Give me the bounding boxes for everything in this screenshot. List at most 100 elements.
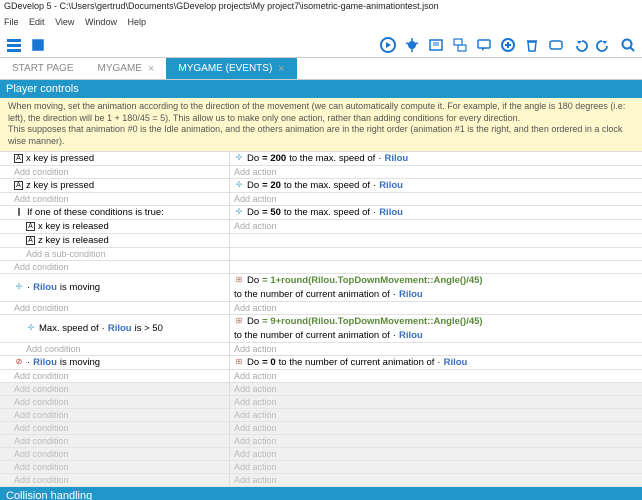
add-condition[interactable]: Add condition xyxy=(0,474,230,486)
condition-cell[interactable]: ✢ · Rilou is moving xyxy=(0,274,230,301)
add-condition[interactable]: Add condition xyxy=(0,461,230,473)
empty-event-row[interactable]: Add conditionAdd action xyxy=(0,435,642,448)
event-row[interactable]: A x key is pressed ✢ Do = 200 to the max… xyxy=(0,152,642,166)
empty-event-row[interactable]: Add conditionAdd action xyxy=(0,383,642,396)
empty-event-row[interactable]: Add conditionAdd action xyxy=(0,461,642,474)
add-condition[interactable]: Add condition xyxy=(0,383,230,395)
search-button[interactable] xyxy=(618,35,638,55)
add-action[interactable]: Add action xyxy=(230,461,642,473)
event-row-add: Add condition Add action xyxy=(0,343,642,356)
menu-file[interactable]: File xyxy=(4,17,19,27)
action-cell xyxy=(230,234,642,247)
toggle-button[interactable] xyxy=(546,35,566,55)
menu-window[interactable]: Window xyxy=(85,17,117,27)
comment-block[interactable]: When moving, set the animation according… xyxy=(0,98,642,152)
action-cell[interactable]: ✢ Do = 20 to the max. speed of · Rilou xyxy=(230,179,642,192)
object-link[interactable]: Rilou xyxy=(444,357,468,368)
object-link[interactable]: Rilou xyxy=(379,207,403,218)
add-condition[interactable]: Add condition xyxy=(0,409,230,421)
undo-button[interactable] xyxy=(570,35,590,55)
sub-condition[interactable]: A z key is released xyxy=(0,234,230,247)
add-action[interactable]: Add action xyxy=(230,448,642,460)
add-condition[interactable]: Add condition xyxy=(0,422,230,434)
preview-button[interactable] xyxy=(378,35,398,55)
add-action[interactable]: Add action xyxy=(230,302,642,314)
menu-view[interactable]: View xyxy=(55,17,74,27)
choose-event-button[interactable] xyxy=(498,35,518,55)
action-cell[interactable]: ✢ Do = 200 to the max. speed of · Rilou xyxy=(230,152,642,165)
object-link[interactable]: Rilou xyxy=(384,153,408,164)
add-condition[interactable]: Add condition xyxy=(0,261,230,273)
group-player-controls[interactable]: Player controls xyxy=(0,80,642,98)
event-row[interactable]: A z key is pressed ✢ Do = 20 to the max.… xyxy=(0,179,642,193)
object-link[interactable]: Rilou xyxy=(33,357,57,368)
event-row[interactable]: ✢ · Rilou is moving ⊞ Do = 1+round(Rilou… xyxy=(0,274,642,302)
add-sub-condition[interactable]: Add a sub-condition xyxy=(0,248,230,260)
add-action[interactable]: Add action xyxy=(230,383,642,395)
object-link[interactable]: Rilou xyxy=(108,323,132,334)
condition-cell[interactable]: ∥ If one of these conditions is true: xyxy=(0,206,230,219)
object-link[interactable]: Rilou xyxy=(33,282,57,293)
menu-bar: File Edit View Window Help xyxy=(0,16,642,32)
empty-event-row[interactable]: Add conditionAdd action xyxy=(0,448,642,461)
group-collision-handling[interactable]: Collision handling xyxy=(0,487,642,500)
add-condition[interactable]: Add condition xyxy=(0,343,230,355)
add-action[interactable]: Add action xyxy=(230,422,642,434)
action-cell[interactable]: ⊞ Do = 0 to the number of current animat… xyxy=(230,356,642,369)
add-action[interactable]: Add action xyxy=(230,343,642,355)
add-condition[interactable]: Add condition xyxy=(0,302,230,314)
condition-cell[interactable]: ⊘ · Rilou is moving xyxy=(0,356,230,369)
event-row[interactable]: A x key is released Add action xyxy=(0,220,642,234)
export-button[interactable] xyxy=(28,35,48,55)
add-sub-event-button[interactable] xyxy=(450,35,470,55)
object-link[interactable]: Rilou xyxy=(399,289,423,300)
redo-button[interactable] xyxy=(594,35,614,55)
delete-button[interactable] xyxy=(522,35,542,55)
tab-mygame-events[interactable]: MYGAME (EVENTS)× xyxy=(166,58,296,79)
condition-cell[interactable]: A x key is pressed xyxy=(0,152,230,165)
action-cell[interactable]: ⊞ Do = 9+round(Rilou.TopDownMovement::An… xyxy=(230,315,642,342)
close-icon[interactable]: × xyxy=(278,63,284,75)
sub-condition[interactable]: A x key is released xyxy=(0,220,230,233)
empty-event-row[interactable]: Add conditionAdd action xyxy=(0,474,642,487)
event-row[interactable]: ✢ Max. speed of · Rilou is > 50 ⊞ Do = 9… xyxy=(0,315,642,343)
sub-condition[interactable]: ✢ Max. speed of · Rilou is > 50 xyxy=(0,315,230,342)
add-event-button[interactable] xyxy=(426,35,446,55)
event-row[interactable]: ∥ If one of these conditions is true: ✢ … xyxy=(0,206,642,220)
tab-mygame[interactable]: MYGAME× xyxy=(86,58,167,79)
event-row-add: Add a sub-condition xyxy=(0,248,642,261)
add-condition[interactable]: Add condition xyxy=(0,448,230,460)
add-action[interactable]: Add action xyxy=(230,396,642,408)
debug-button[interactable] xyxy=(402,35,422,55)
key-icon: A xyxy=(26,222,35,231)
add-action[interactable]: Add action xyxy=(230,370,642,382)
add-action[interactable]: Add action xyxy=(230,409,642,421)
project-manager-button[interactable] xyxy=(4,35,24,55)
object-link[interactable]: Rilou xyxy=(379,180,403,191)
event-row[interactable]: ⊘ · Rilou is moving ⊞ Do = 0 to the numb… xyxy=(0,356,642,370)
add-action[interactable]: Add action xyxy=(230,193,642,205)
object-link[interactable]: Rilou xyxy=(399,330,423,341)
add-condition[interactable]: Add condition xyxy=(0,370,230,382)
add-condition[interactable]: Add condition xyxy=(0,166,230,178)
menu-help[interactable]: Help xyxy=(127,17,146,27)
condition-cell[interactable]: A z key is pressed xyxy=(0,179,230,192)
close-icon[interactable]: × xyxy=(148,63,154,75)
action-cell[interactable]: ✢ Do = 50 to the max. speed of · Rilou xyxy=(230,206,642,219)
add-condition[interactable]: Add condition xyxy=(0,193,230,205)
tab-start-page[interactable]: START PAGE xyxy=(0,58,86,79)
add-action[interactable]: Add action xyxy=(230,166,642,178)
add-action[interactable]: Add action xyxy=(230,435,642,447)
empty-event-row[interactable]: Add conditionAdd action xyxy=(0,396,642,409)
action-cell xyxy=(230,248,642,260)
add-comment-button[interactable] xyxy=(474,35,494,55)
event-row[interactable]: A z key is released xyxy=(0,234,642,248)
empty-event-row[interactable]: Add conditionAdd action xyxy=(0,422,642,435)
add-action[interactable]: Add action xyxy=(230,474,642,486)
menu-edit[interactable]: Edit xyxy=(29,17,45,27)
add-condition[interactable]: Add condition xyxy=(0,435,230,447)
add-condition[interactable]: Add condition xyxy=(0,396,230,408)
add-action[interactable]: Add action xyxy=(230,220,642,233)
action-cell[interactable]: ⊞ Do = 1+round(Rilou.TopDownMovement::An… xyxy=(230,274,642,301)
empty-event-row[interactable]: Add conditionAdd action xyxy=(0,409,642,422)
